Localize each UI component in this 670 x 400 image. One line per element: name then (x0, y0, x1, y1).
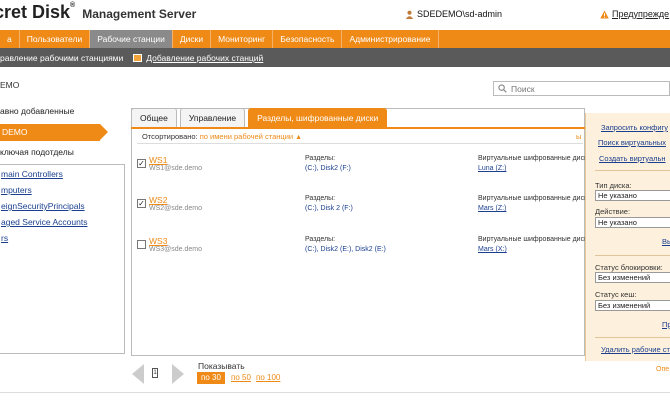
tree-node-domain-controllers[interactable]: main Controllers (1, 169, 63, 179)
partitions-links[interactable]: (C:), Disk2 (F:) (305, 165, 351, 172)
page-size-label: Показывать (198, 361, 245, 371)
next-page-button[interactable] (172, 364, 184, 384)
delete-workstations-link[interactable]: Удалить рабочие ст (601, 345, 670, 354)
sort-indicator: Отсортировано: по имени рабочей станции … (142, 132, 303, 141)
warnings-link[interactable]: Предупрежде (600, 9, 669, 19)
vdisks-link[interactable]: Mars (X:) (478, 246, 507, 253)
workstation-dns: WS2@sde.demo (149, 205, 203, 212)
workstation-dns: WS1@sde.demo (149, 165, 203, 172)
actions-divider (595, 170, 670, 171)
vdisks-link[interactable]: Luna (Z:) (478, 165, 506, 172)
table-row: WS3 WS3@sde.demo Разделы: (C:), Disk2 (E… (137, 235, 591, 275)
table-row: ✓ WS1 WS1@sde.demo Разделы: (C:), Disk2 … (137, 154, 591, 194)
tab-security[interactable]: Безопасность (273, 30, 343, 48)
execute-button[interactable]: Вы (662, 237, 670, 246)
app-header: cret Disk® Management Server SDEDEMO\sd-… (0, 0, 670, 30)
actions-divider (595, 255, 670, 256)
disk-type-select[interactable]: Не указано (595, 190, 670, 201)
apply-button[interactable]: Пр (662, 320, 670, 329)
prev-page-button[interactable] (132, 364, 144, 384)
partitions-links[interactable]: (C:), Disk2 (E:), Disk2 (E:) (305, 246, 386, 253)
tab-disks[interactable]: Диски (173, 30, 212, 48)
tab-monitoring[interactable]: Мониторинг (211, 30, 274, 48)
action-select[interactable]: Не указано (595, 217, 670, 228)
panel-tabs: Общее Управление Разделы, шифрованные ди… (131, 108, 388, 127)
tree-node-managed-service-accounts[interactable]: aged Service Accounts (1, 217, 87, 227)
actions-divider (595, 337, 670, 338)
app-logo: cret Disk® Management Server (0, 2, 197, 22)
request-config-link[interactable]: Запросить конфигу (601, 123, 668, 132)
cache-status-label: Статус кеш: (595, 290, 637, 299)
workstation-link[interactable]: WS3 (149, 236, 167, 246)
operations-link[interactable]: Опе (656, 366, 669, 373)
selected-domain[interactable]: DEMO (0, 124, 108, 141)
sub-nav: равление рабочими станциями Добавление р… (0, 48, 670, 67)
page-footer (0, 392, 670, 400)
recently-added-link[interactable]: авно добавленные (0, 106, 74, 116)
subnav-add-workstations[interactable]: Добавление рабочих станций (133, 53, 263, 63)
cache-status-select[interactable]: Без изменений (595, 300, 670, 311)
search-box[interactable] (493, 81, 670, 96)
page-size-50[interactable]: по 50 (231, 373, 251, 382)
tab-users[interactable]: Пользователи (20, 30, 91, 48)
include-subunits-toggle[interactable]: ключая подотделы (0, 147, 74, 157)
warning-icon (600, 9, 609, 19)
partitions-label: Разделы: (305, 155, 336, 162)
main-nav: а Пользователи Рабочие станции Диски Мон… (0, 30, 670, 48)
user-icon (405, 10, 414, 19)
tree-node-foreign-security-principals[interactable]: eignSecurityPrincipals (1, 201, 85, 211)
action-label: Действие: (595, 207, 631, 216)
search-icon (498, 84, 507, 93)
header-divider (137, 143, 583, 144)
tab-general[interactable]: Общее (131, 108, 177, 127)
search-input[interactable] (511, 83, 661, 94)
page-number: 1 (152, 368, 158, 378)
create-virtual-disk-link[interactable]: Создать виртуальн (599, 154, 666, 163)
current-user[interactable]: SDEDEMO\sd-admin (405, 9, 502, 19)
sort-field-link[interactable]: по имени рабочей станции (200, 132, 293, 141)
page-size-30[interactable]: по 30 (197, 372, 225, 384)
computer-icon (133, 53, 143, 62)
tab-administration[interactable]: Администрирование (342, 30, 439, 48)
ou-tree: main Controllers mputers eignSecurityPri… (0, 164, 125, 354)
breadcrumb: ЕМО (0, 80, 20, 90)
actions-panel: Запросить конфигу Поиск виртуальных Созд… (585, 113, 670, 361)
row-checkbox[interactable]: ✓ (137, 159, 146, 168)
table-row: ✓ WS2 WS2@sde.demo Разделы: (C:), Disk 2… (137, 194, 591, 234)
lock-status-select[interactable]: Без изменений (595, 272, 670, 283)
disk-type-label: Тип диска: (595, 181, 632, 190)
partitions-label: Разделы: (305, 195, 336, 202)
tab-underline (131, 127, 585, 129)
app-subtitle: Management Server (82, 7, 197, 21)
vdisks-label: Виртуальные шифрованные диски (478, 236, 592, 243)
tab-partitions-encrypted-disks[interactable]: Разделы, шифрованные диски (248, 108, 388, 127)
tree-node-users[interactable]: rs (1, 233, 8, 243)
workstation-link[interactable]: WS2 (149, 195, 167, 205)
panel-action-link[interactable]: ы (576, 132, 581, 141)
tab-management[interactable]: Управление (179, 108, 246, 127)
workstation-link[interactable]: WS1 (149, 155, 167, 165)
user-name: SDEDEMO\sd-admin (417, 9, 503, 19)
row-checkbox[interactable] (137, 240, 146, 249)
sort-asc-icon[interactable]: ▲ (295, 134, 302, 141)
workstation-dns: WS3@sde.demo (149, 246, 203, 253)
page-size-100[interactable]: по 100 (256, 373, 280, 382)
vdisks-label: Виртуальные шифрованные диски (478, 155, 592, 162)
vdisks-label: Виртуальные шифрованные диски (478, 195, 592, 202)
vdisks-link[interactable]: Mars (Z:) (478, 205, 506, 212)
search-virtual-disks-link[interactable]: Поиск виртуальных (598, 138, 666, 147)
tree-node-computers[interactable]: mputers (1, 185, 32, 195)
partitions-links[interactable]: (C:), Disk 2 (F:) (305, 205, 353, 212)
partitions-label: Разделы: (305, 236, 336, 243)
lock-status-label: Статус блокировки: (595, 263, 663, 272)
tab-workstations[interactable]: Рабочие станции (90, 30, 173, 48)
row-checkbox[interactable]: ✓ (137, 199, 146, 208)
subnav-manage-workstations[interactable]: равление рабочими станциями (0, 53, 123, 63)
tab-partial[interactable]: а (0, 30, 20, 48)
